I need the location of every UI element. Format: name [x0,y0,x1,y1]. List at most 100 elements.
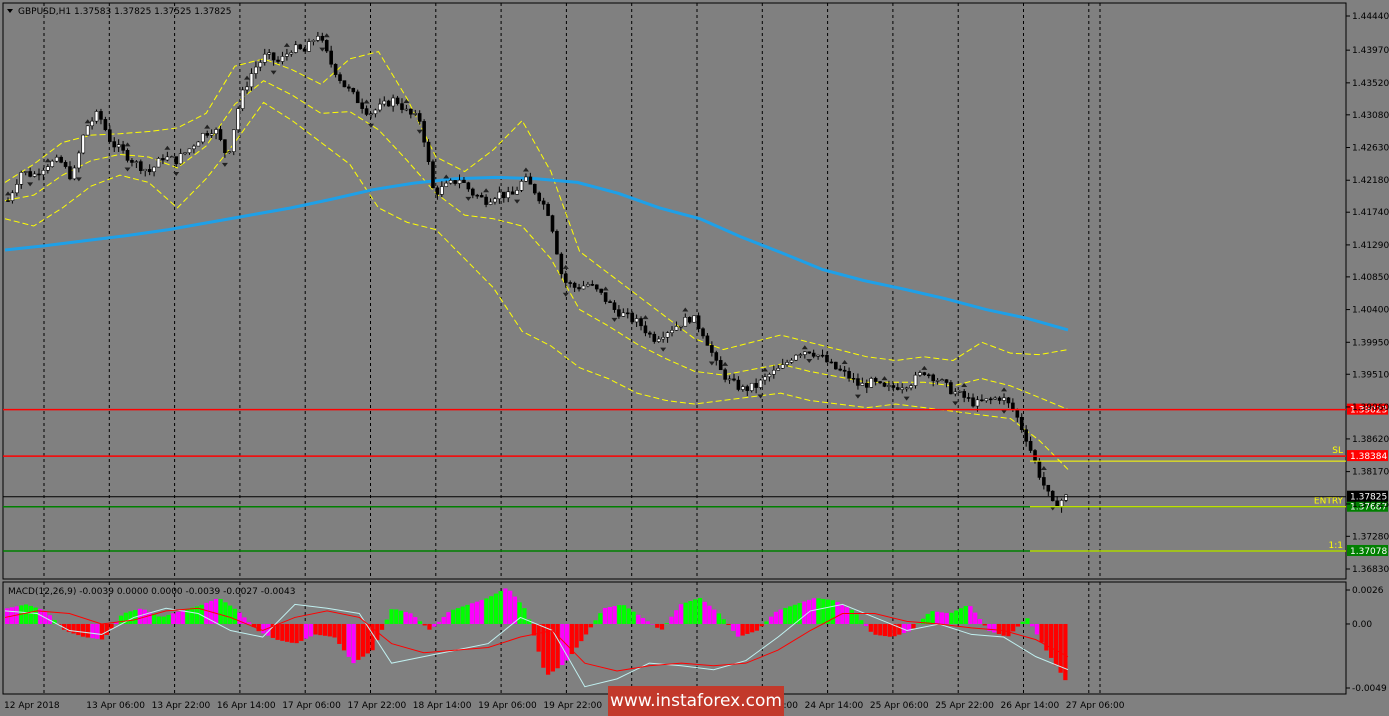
candle-body [767,374,772,378]
macd-histogram-bar [446,612,451,624]
candle-body [46,166,50,171]
candle-body [431,161,435,189]
price-tick-label: 1.42630 [1352,144,1389,154]
time-axis: 12 Apr 2018 13 Apr 06:00 13 Apr 22:00 16 Ap… [4,701,1125,711]
candle-body [41,170,46,175]
candle-body [599,288,603,293]
macd-pane [2,581,1347,695]
candle-body [988,398,993,401]
candle-body [820,354,825,357]
candle-body [94,111,99,122]
candle-body [1046,484,1051,492]
macd-histogram-bar [754,623,760,631]
candle-body [639,318,643,327]
candle-body [342,80,347,88]
candle-body [462,179,466,184]
candle-body [50,160,55,167]
price-tick-label: 1.38170 [1352,468,1389,478]
candle-body [1019,416,1024,430]
candle-body [271,52,276,61]
candle-body [130,160,134,163]
candle-body [617,309,621,317]
macd-histogram-bar [911,623,916,629]
macd-histogram-bar [963,606,968,624]
candle-body [77,152,81,169]
candle-body [519,180,524,191]
candle-body [99,111,103,120]
macd-histogram-bar [674,610,679,624]
macd-histogram-bar [740,623,745,636]
macd-histogram-bar [745,623,750,634]
macd-histogram-bar [973,612,978,624]
macd-histogram-bar [71,623,76,634]
candle-body [749,382,754,391]
macd-histogram-bar [408,613,413,624]
macd-histogram-bar [318,623,323,636]
macd-histogram-bar [982,623,987,626]
price-tick-label: 1.36830 [1352,565,1389,575]
candle-body [298,44,302,50]
candle-body [382,100,387,105]
candle-body [386,100,391,107]
candle-body [1050,490,1055,502]
macd-histogram-bar [769,616,774,624]
candle-body [289,52,294,55]
macd-histogram-bar [460,606,465,624]
macd-histogram-bar [498,591,503,624]
candle-body [1002,397,1006,401]
candle-body [174,156,179,165]
candle-body [515,190,519,195]
macd-histogram-bar [1053,623,1059,666]
candle-body [10,192,15,201]
time-tick-label: 26 Apr 14:00 [1001,701,1060,711]
candle-body [909,385,913,389]
price-tick-label: 1.39950 [1352,338,1389,348]
candle-body [931,374,935,382]
macd-histogram-bar [247,622,252,624]
candle-body [776,367,781,371]
candle-body [847,371,851,379]
macd-histogram-bar [303,623,309,639]
macd-histogram-bar [977,619,983,624]
candle-body [223,139,227,154]
macd-histogram-bar [897,623,902,635]
macd-histogram-bar [427,623,432,630]
macd-histogram-bar [161,616,166,624]
macd-histogram-bar [759,623,764,627]
candle-body [161,158,165,161]
macd-tick-label: 0.0026 [1352,586,1384,596]
macd-histogram-bar [299,623,304,641]
macd-histogram-bar [1063,623,1068,681]
time-tick-label: 12 Apr 2018 [4,701,60,711]
candle-body [679,325,683,328]
candle-body [329,50,333,65]
macd-histogram-bar [90,623,95,639]
macd-histogram-bar [636,614,641,624]
candle-body [316,35,320,41]
macd-histogram-bar [1011,623,1016,632]
candle-body [218,129,223,140]
candle-body [187,148,192,154]
macd-histogram-bar [750,623,755,633]
candle-body [351,87,356,93]
candle-body [563,273,568,283]
candle-body [807,351,812,354]
candle-body [240,89,245,109]
candle-body [466,182,471,190]
macd-histogram-bar [175,611,181,624]
macd-histogram-bar [996,623,1002,635]
candle-body [966,397,971,399]
candle-body [152,166,156,173]
candle-body [200,133,205,143]
candle-body [183,152,187,155]
candle-body [249,73,254,88]
candle-body [422,121,426,143]
macd-histogram-bar [935,611,940,624]
macd-histogram-bar [280,623,285,641]
macd-histogram-bar [228,605,233,624]
macd-histogram-bar [631,611,636,624]
candle-body [293,44,298,53]
candle-body [510,191,515,195]
candle-body [209,133,214,136]
candle-body [28,171,32,177]
